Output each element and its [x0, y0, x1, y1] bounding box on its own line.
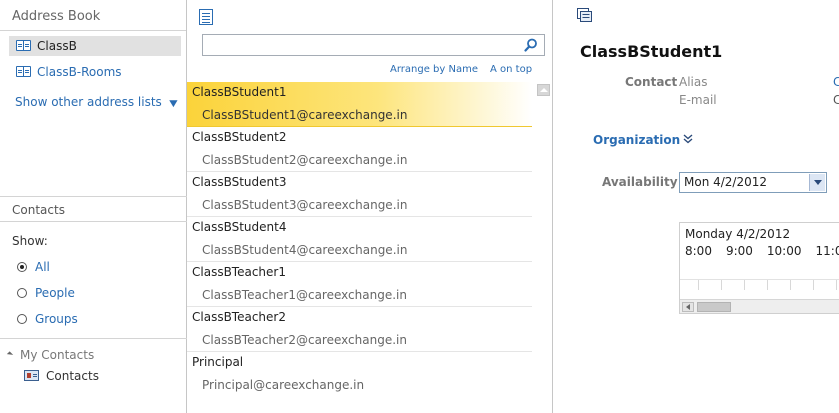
- alias-value: C: [833, 75, 839, 89]
- address-list-label: ClassB-Rooms: [37, 65, 122, 79]
- schedule-grid: [680, 279, 839, 299]
- grid-tick: [698, 280, 699, 290]
- search-input[interactable]: [203, 35, 513, 55]
- contact-name: ClassBStudent2: [192, 130, 287, 144]
- list-item[interactable]: ClassBTeacher2 ClassBTeacher2@careexchan…: [187, 307, 532, 352]
- time-label: 9:00: [725, 244, 753, 258]
- contact-name: ClassBStudent4: [192, 220, 287, 234]
- time-label: 8:00: [685, 244, 712, 258]
- contact-email: ClassBStudent1@careexchange.in: [202, 108, 408, 122]
- address-book-icon: [16, 66, 31, 77]
- contact-name: ClassBTeacher1: [192, 265, 286, 279]
- reading-pane: ClassBStudent1 Contact Alias E-mail C C …: [553, 0, 839, 413]
- contacts-section-title: Contacts: [0, 196, 187, 222]
- availability-schedule: Monday 4/2/2012 8:00 9:00 10:00 11:00: [679, 222, 839, 314]
- dropdown-arrow-icon[interactable]: [809, 174, 825, 191]
- navigation-pane: Address Book ClassB ClassB-Rooms Show ot…: [0, 0, 187, 413]
- grid-tick: [721, 280, 722, 290]
- show-other-label: Show other address lists: [15, 95, 162, 109]
- contact-name: Principal: [192, 355, 244, 369]
- schedule-horizontal-scrollbar[interactable]: [680, 299, 839, 313]
- filter-groups-radio[interactable]: Groups: [17, 310, 78, 328]
- list-item[interactable]: ClassBStudent1 ClassBStudent1@careexchan…: [187, 82, 532, 127]
- schedule-date: Monday 4/2/2012: [685, 227, 791, 241]
- filter-label: Groups: [35, 312, 78, 326]
- scroll-up-button[interactable]: [537, 84, 550, 96]
- organization-toggle[interactable]: Organization: [593, 133, 680, 147]
- address-list-classb-rooms[interactable]: ClassB-Rooms: [9, 62, 181, 82]
- radio-selected-icon: [17, 262, 27, 272]
- list-item[interactable]: ClassBStudent4 ClassBStudent4@careexchan…: [187, 217, 532, 262]
- address-list-classb[interactable]: ClassB: [9, 36, 181, 56]
- grid-tick: [767, 280, 768, 290]
- availability-date-value: Mon 4/2/2012: [684, 175, 768, 189]
- contact-details-icon[interactable]: [577, 8, 592, 22]
- contact-section-label: Contact: [625, 75, 678, 89]
- contact-card-icon: [24, 370, 39, 381]
- list-item[interactable]: ClassBStudent3 ClassBStudent3@careexchan…: [187, 172, 532, 217]
- search-icon[interactable]: [524, 38, 538, 52]
- schedule-time-header: 8:00 9:00 10:00 11:00: [685, 244, 839, 258]
- contact-name: ClassBStudent1: [192, 85, 287, 99]
- contact-list: ClassBStudent1 ClassBStudent1@careexchan…: [187, 82, 532, 397]
- radio-icon: [17, 314, 27, 324]
- radio-icon: [17, 288, 27, 298]
- alias-label: Alias: [679, 75, 708, 89]
- double-chevron-down-icon[interactable]: [683, 134, 693, 144]
- email-label: E-mail: [679, 93, 717, 107]
- list-item[interactable]: Principal Principal@careexchange.in: [187, 352, 532, 397]
- grid-tick: [836, 280, 837, 290]
- availability-label: Availability: [602, 175, 678, 189]
- divider: [0, 338, 187, 339]
- contact-list-pane: Arrange by Name A on top ClassBStudent1 …: [187, 0, 553, 413]
- filter-label: All: [35, 260, 50, 274]
- grid-tick: [790, 280, 791, 290]
- search-box: [202, 34, 545, 56]
- email-value: C: [833, 93, 839, 107]
- time-label: 11:00: [815, 244, 839, 258]
- arrange-by-name-button[interactable]: Arrange by Name: [390, 64, 478, 75]
- list-item[interactable]: ClassBTeacher1 ClassBTeacher1@careexchan…: [187, 262, 532, 307]
- address-book-title: Address Book: [0, 0, 186, 31]
- contact-name: ClassBTeacher2: [192, 310, 286, 324]
- list-item[interactable]: ClassBStudent2 ClassBStudent2@careexchan…: [187, 127, 532, 172]
- show-other-address-lists-link[interactable]: Show other address lists ▼: [15, 95, 177, 109]
- scrollbar-thumb[interactable]: [697, 302, 731, 312]
- time-label: 10:00: [766, 244, 802, 258]
- availability-date-select[interactable]: Mon 4/2/2012: [679, 172, 827, 193]
- grid-tick: [813, 280, 814, 290]
- contact-email: Principal@careexchange.in: [202, 378, 365, 392]
- address-book-icon: [16, 40, 31, 51]
- contact-email: ClassBStudent3@careexchange.in: [202, 198, 408, 212]
- filter-label: People: [35, 286, 75, 300]
- sort-order-button[interactable]: A on top: [490, 64, 532, 75]
- contact-email: ClassBTeacher1@careexchange.in: [202, 288, 407, 302]
- contact-email: ClassBStudent4@careexchange.in: [202, 243, 408, 257]
- list-view-icon[interactable]: [199, 9, 213, 25]
- grid-tick: [744, 280, 745, 290]
- contacts-folder-label: Contacts: [46, 369, 99, 383]
- contacts-folder[interactable]: Contacts: [24, 368, 99, 384]
- filter-people-radio[interactable]: People: [17, 284, 75, 302]
- my-contacts-folder-toggle[interactable]: My Contacts: [6, 348, 95, 362]
- scroll-left-button[interactable]: [682, 302, 694, 312]
- contact-name: ClassBStudent3: [192, 175, 287, 189]
- show-filter-label: Show:: [12, 234, 48, 248]
- contact-email: ClassBStudent2@careexchange.in: [202, 153, 408, 167]
- my-contacts-label: My Contacts: [20, 348, 95, 362]
- address-list-label: ClassB: [37, 39, 77, 53]
- double-chevron-down-icon: ▼: [168, 99, 178, 109]
- contact-email: ClassBTeacher2@careexchange.in: [202, 333, 407, 347]
- filter-all-radio[interactable]: All: [17, 258, 50, 276]
- expand-triangle-icon: [6, 351, 14, 358]
- contact-display-name: ClassBStudent1: [580, 42, 723, 61]
